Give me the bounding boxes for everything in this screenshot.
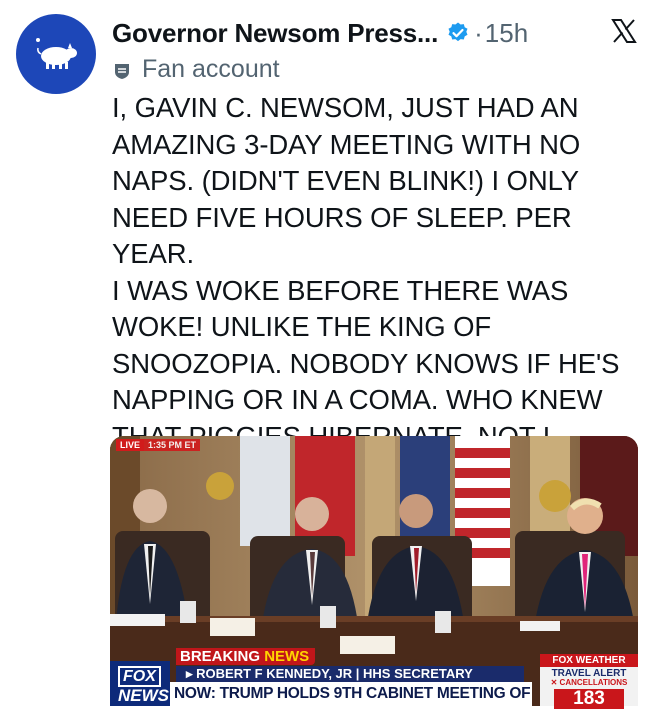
fox-news-logo-bottom: NEWS (118, 686, 169, 705)
display-name[interactable]: Governor Newsom Press... (112, 18, 438, 49)
verified-badge-icon[interactable] (446, 21, 470, 45)
tweet-header: Governor Newsom Press... · 15h (112, 14, 637, 52)
live-time: 1:35 PM ET (144, 439, 201, 451)
pig-icon (36, 38, 77, 69)
x-logo-icon[interactable] (611, 18, 637, 44)
live-bug: LIVE 1:35 PM ET (116, 439, 201, 451)
timestamp[interactable]: 15h (485, 18, 528, 49)
chyron-headline: NOW: TRUMP HOLDS 9TH CABINET MEETING OF … (170, 682, 532, 706)
fan-account-label: Fan account (112, 54, 280, 84)
breaking-news-banner: BREAKING NEWS (176, 648, 316, 665)
live-label: LIVE (116, 439, 145, 451)
fan-account-text: Fan account (142, 54, 280, 83)
separator-dot: · (474, 17, 483, 48)
fox-weather-title: FOX WEATHER (540, 654, 638, 667)
fox-news-logo-top: FOX (118, 666, 161, 687)
fox-news-logo: FOX NEWS (110, 661, 170, 706)
chyron-subline: ▸ ROBERT F KENNEDY, JR | HHS SECRETARY (176, 666, 524, 682)
breaking-news-word: NEWS (264, 648, 310, 665)
tweet-text: I, GAVIN C. NEWSOM, JUST HAD AN AMAZING … (112, 92, 620, 452)
cancellations-count: 183 (554, 689, 624, 709)
breaking-word: BREAKING (180, 648, 261, 665)
cancellations-label: ✕ CANCELLATIONS (550, 678, 628, 687)
fox-weather-box: FOX WEATHER TRAVEL ALERT ✕ CANCELLATIONS… (540, 654, 638, 709)
news-chyron: FOX NEWS BREAKING NEWS ▸ ROBERT F KENNED… (110, 646, 638, 709)
avatar[interactable] (16, 14, 96, 94)
shield-badge-icon (112, 59, 132, 79)
